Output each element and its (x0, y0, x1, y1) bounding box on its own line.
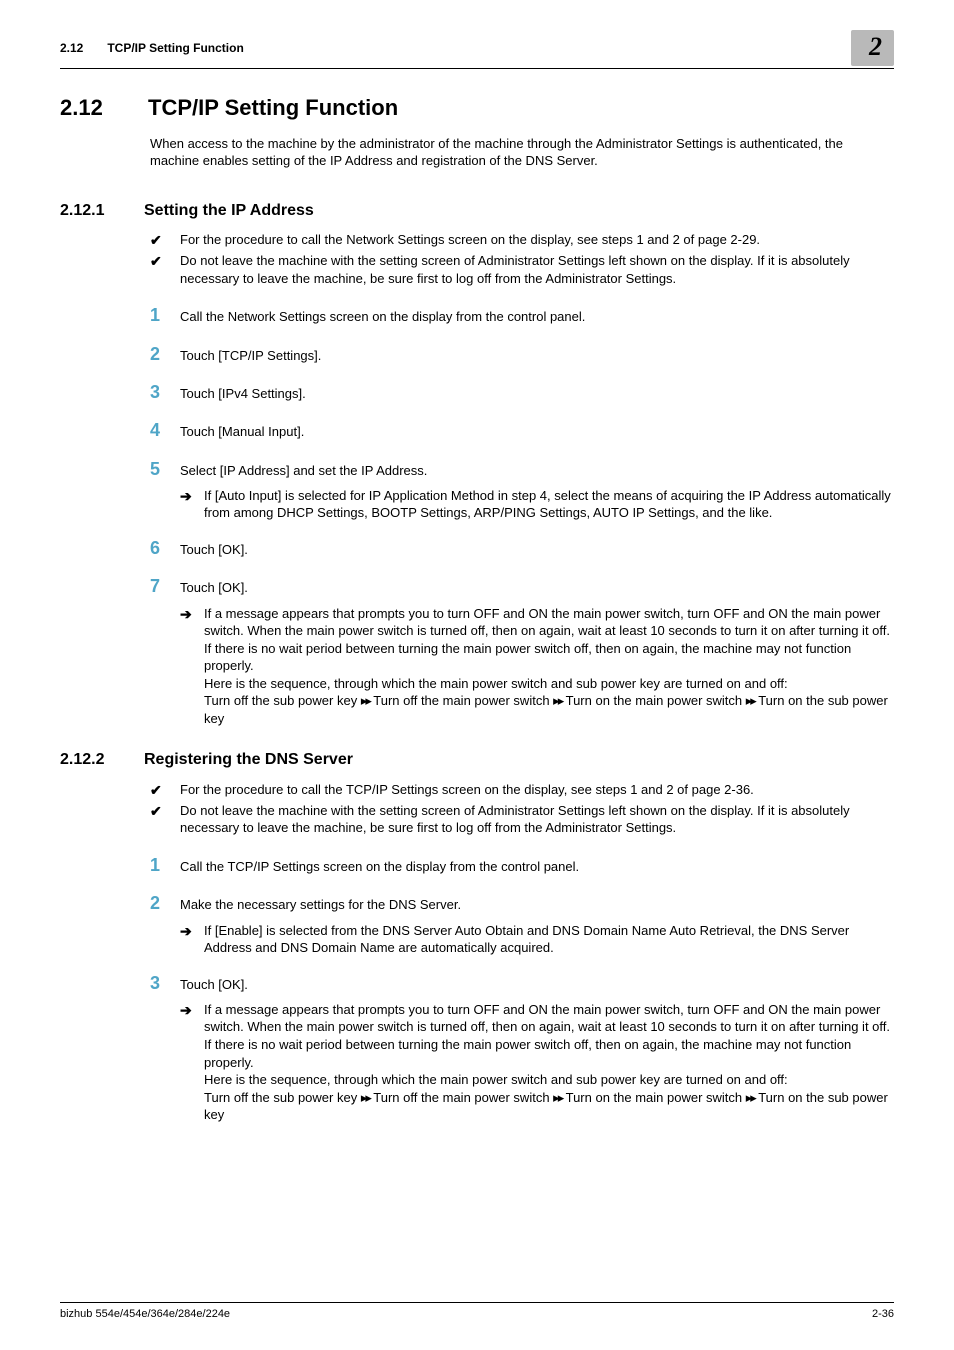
page: 2.12 TCP/IP Setting Function 2 2.12 TCP/… (0, 0, 954, 1350)
arrow-icon: ➔ (180, 605, 204, 728)
step-text: Touch [OK]. (180, 579, 248, 597)
note-paragraph: If a message appears that prompts you to… (204, 1002, 890, 1070)
subsection-title: Registering the DNS Server (144, 749, 353, 771)
sub-note: ➔ If [Auto Input] is selected for IP App… (180, 487, 894, 522)
step-number: 3 (150, 380, 180, 404)
section-heading: 2.12 TCP/IP Setting Function (60, 93, 894, 123)
page-header: 2.12 TCP/IP Setting Function 2 (60, 30, 894, 69)
triangle-icon: ▸▸ (553, 693, 562, 708)
section-number: 2.12 (60, 93, 120, 123)
sub-note: ➔ If [Enable] is selected from the DNS S… (180, 922, 894, 957)
step-text: Touch [OK]. (180, 976, 248, 994)
footer-left: bizhub 554e/454e/364e/284e/224e (60, 1307, 230, 1322)
subsection-number: 2.12.2 (60, 749, 122, 771)
sub-note: ➔ If a message appears that prompts you … (180, 605, 894, 728)
step-number: 1 (150, 303, 180, 327)
step-item: 3 Touch [OK]. (150, 971, 894, 995)
step-number: 7 (150, 574, 180, 598)
check-text: For the procedure to call the TCP/IP Set… (180, 781, 754, 800)
check-item: ✔ Do not leave the machine with the sett… (150, 802, 894, 837)
step-item: 1 Call the TCP/IP Settings screen on the… (150, 853, 894, 877)
intro-paragraph: When access to the machine by the admini… (150, 135, 894, 170)
check-text: Do not leave the machine with the settin… (180, 802, 894, 837)
step-number: 2 (150, 342, 180, 366)
step-number: 3 (150, 971, 180, 995)
step-number: 6 (150, 536, 180, 560)
sequence-text: Turn off the sub power key (204, 1090, 361, 1105)
header-section-number: 2.12 (60, 40, 104, 56)
triangle-icon: ▸▸ (361, 693, 370, 708)
step-number: 4 (150, 418, 180, 442)
check-icon: ✔ (150, 252, 180, 287)
sequence-text: Turn on the main power switch (562, 1090, 746, 1105)
step-text: Call the Network Settings screen on the … (180, 308, 585, 326)
sequence-text: Turn off the main power switch (370, 693, 553, 708)
sequence-text: Turn off the sub power key (204, 693, 361, 708)
step-text: Touch [TCP/IP Settings]. (180, 347, 321, 365)
note-paragraph: Here is the sequence, through which the … (204, 676, 788, 691)
step-item: 1 Call the Network Settings screen on th… (150, 303, 894, 327)
check-text: Do not leave the machine with the settin… (180, 252, 894, 287)
check-icon: ✔ (150, 231, 180, 250)
check-icon: ✔ (150, 802, 180, 837)
check-icon: ✔ (150, 781, 180, 800)
step-item: 2 Touch [TCP/IP Settings]. (150, 342, 894, 366)
step-item: 4 Touch [Manual Input]. (150, 418, 894, 442)
sub-note-text: If [Enable] is selected from the DNS Ser… (204, 922, 894, 957)
page-footer: bizhub 554e/454e/364e/284e/224e 2-36 (60, 1302, 894, 1322)
step-text: Touch [OK]. (180, 541, 248, 559)
sub-note: ➔ If a message appears that prompts you … (180, 1001, 894, 1124)
step-text: Touch [Manual Input]. (180, 423, 304, 441)
step-text: Touch [IPv4 Settings]. (180, 385, 306, 403)
arrow-icon: ➔ (180, 487, 204, 522)
header-section-title: TCP/IP Setting Function (107, 41, 243, 55)
step-text: Select [IP Address] and set the IP Addre… (180, 462, 427, 480)
subsection-number: 2.12.1 (60, 200, 122, 222)
arrow-icon: ➔ (180, 922, 204, 957)
sub-note-text: If a message appears that prompts you to… (204, 1001, 894, 1124)
step-item: 3 Touch [IPv4 Settings]. (150, 380, 894, 404)
check-item: ✔ For the procedure to call the Network … (150, 231, 894, 250)
step-number: 1 (150, 853, 180, 877)
step-text: Call the TCP/IP Settings screen on the d… (180, 858, 579, 876)
arrow-icon: ➔ (180, 1001, 204, 1124)
check-text: For the procedure to call the Network Se… (180, 231, 760, 250)
sequence-text: Turn on the main power switch (562, 693, 746, 708)
step-item: 2 Make the necessary settings for the DN… (150, 891, 894, 915)
footer-right: 2-36 (872, 1307, 894, 1322)
step-text: Make the necessary settings for the DNS … (180, 896, 461, 914)
subsection-heading: 2.12.2 Registering the DNS Server (60, 749, 894, 771)
step-item: 7 Touch [OK]. (150, 574, 894, 598)
note-paragraph: If a message appears that prompts you to… (204, 606, 890, 674)
header-left: 2.12 TCP/IP Setting Function (60, 40, 244, 56)
check-item: ✔ Do not leave the machine with the sett… (150, 252, 894, 287)
sequence-text: Turn off the main power switch (370, 1090, 553, 1105)
triangle-icon: ▸▸ (361, 1090, 370, 1105)
subsection-heading: 2.12.1 Setting the IP Address (60, 200, 894, 222)
triangle-icon: ▸▸ (746, 1090, 755, 1105)
step-item: 5 Select [IP Address] and set the IP Add… (150, 457, 894, 481)
sub-note-text: If a message appears that prompts you to… (204, 605, 894, 728)
subsection-title: Setting the IP Address (144, 200, 314, 222)
triangle-icon: ▸▸ (746, 693, 755, 708)
chapter-badge: 2 (851, 30, 894, 66)
check-item: ✔ For the procedure to call the TCP/IP S… (150, 781, 894, 800)
note-paragraph: Here is the sequence, through which the … (204, 1072, 788, 1087)
section-title: TCP/IP Setting Function (148, 93, 398, 123)
sub-note-text: If [Auto Input] is selected for IP Appli… (204, 487, 894, 522)
triangle-icon: ▸▸ (553, 1090, 562, 1105)
step-item: 6 Touch [OK]. (150, 536, 894, 560)
step-number: 5 (150, 457, 180, 481)
step-number: 2 (150, 891, 180, 915)
